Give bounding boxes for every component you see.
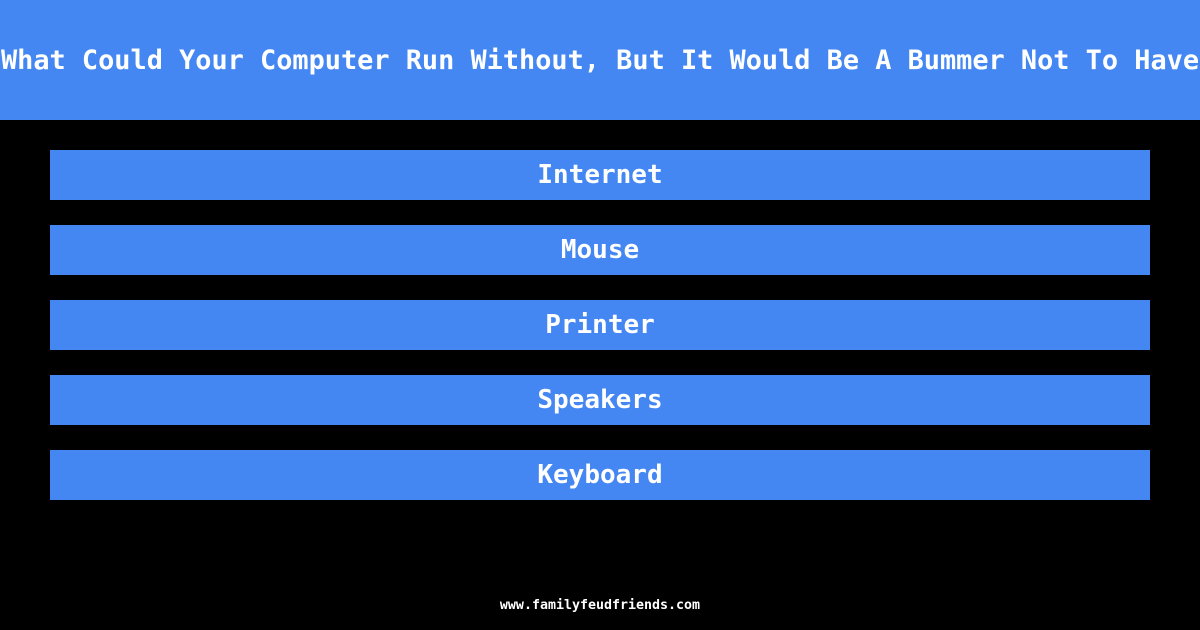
footer-url: www.familyfeudfriends.com: [499, 598, 701, 613]
question-title: What Could Your Computer Run Without, Bu…: [0, 44, 1200, 76]
answer-label: Mouse: [560, 235, 640, 265]
question-header: What Could Your Computer Run Without, Bu…: [0, 0, 1200, 120]
answer-label: Keyboard: [537, 460, 663, 490]
answer-bar: Speakers: [50, 375, 1150, 425]
answer-label: Printer: [545, 310, 655, 340]
answer-label: Internet: [537, 160, 663, 190]
answer-bar: Keyboard: [50, 450, 1150, 500]
answer-bar: Mouse: [50, 225, 1150, 275]
answer-bar: Internet: [50, 150, 1150, 200]
answer-label: Speakers: [537, 385, 663, 415]
answer-bar: Printer: [50, 300, 1150, 350]
